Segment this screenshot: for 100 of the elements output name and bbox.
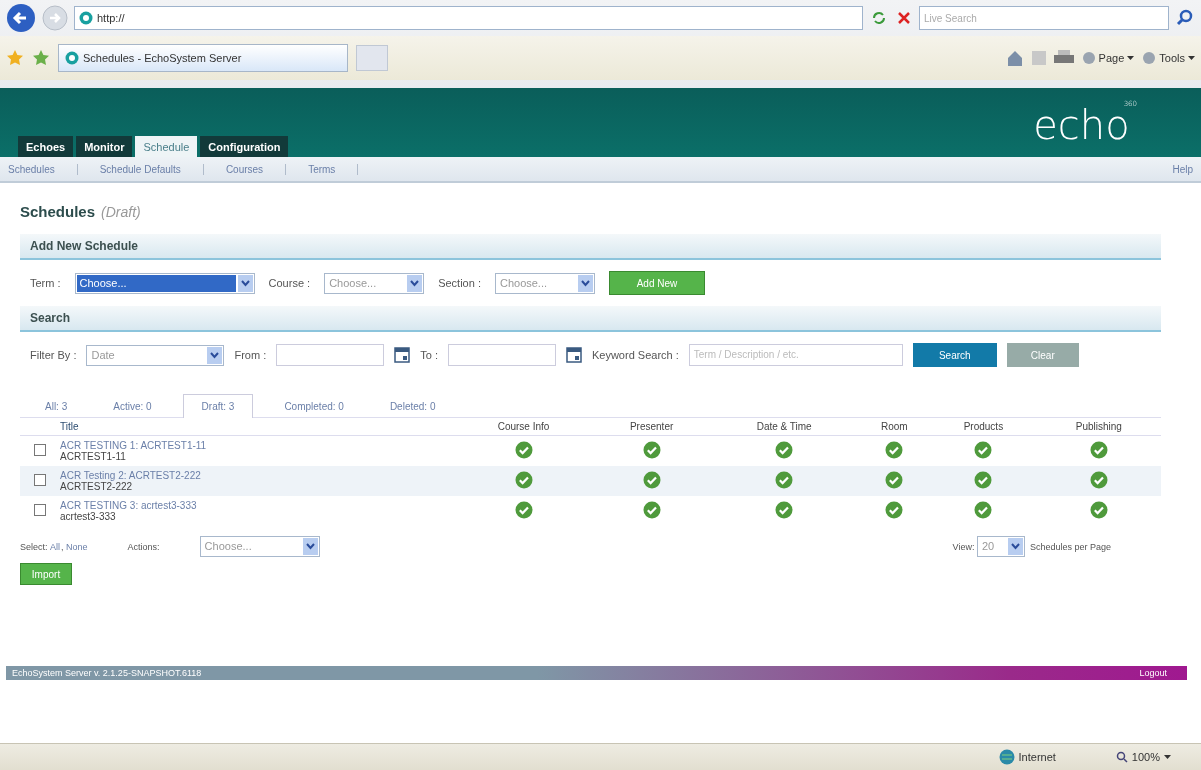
calendar-icon[interactable] <box>394 347 411 363</box>
subnav-link[interactable]: Schedule Defaults <box>99 163 204 175</box>
field-label: Section : <box>438 277 481 289</box>
checkmark-icon <box>514 471 533 489</box>
checkmark-icon <box>775 501 794 519</box>
dropdown[interactable]: Choose... <box>324 272 425 294</box>
checkmark-icon <box>1089 501 1108 519</box>
dropdown[interactable]: Date <box>86 344 225 366</box>
search-icon[interactable] <box>1175 8 1195 28</box>
per-page-label: Schedules per Page <box>1029 541 1111 552</box>
checkmark-icon <box>775 471 794 489</box>
column-header: Presenter <box>593 418 711 436</box>
nav-tab[interactable]: Monitor <box>76 136 133 157</box>
section-heading: Search <box>20 306 1161 332</box>
add-new-button[interactable]: Add New <box>608 271 705 295</box>
magnifier-icon <box>1115 751 1128 763</box>
course-code: ACRTEST2-222 <box>60 481 134 492</box>
view-label: View: <box>952 541 975 552</box>
field-label: Filter By : <box>30 349 77 361</box>
checkmark-icon <box>974 441 993 459</box>
schedule-link[interactable]: ACR TESTING 1: ACRTEST1-11 <box>60 440 454 451</box>
page-title: Schedules <box>20 203 96 220</box>
clear-button[interactable]: Clear <box>1006 343 1079 367</box>
column-header: Products <box>930 418 1037 436</box>
schedule-link[interactable]: ACR Testing 2: ACRTEST2-222 <box>60 470 454 481</box>
separator: , <box>61 541 64 552</box>
column-header: Course Info <box>453 418 594 436</box>
page-subtitle: (Draft) <box>101 204 141 220</box>
checkmark-icon <box>514 441 533 459</box>
course-code: acrtest3-333 <box>60 511 117 522</box>
nav-tab[interactable]: Schedule <box>135 136 198 157</box>
column-header: Publishing <box>1036 418 1161 436</box>
filter-tab[interactable]: Deleted: 0 <box>374 395 451 417</box>
checkmark-icon <box>974 501 993 519</box>
actions-label: Actions: <box>127 541 160 552</box>
checkmark-icon <box>974 471 993 489</box>
address-bar[interactable]: http:// <box>74 6 863 30</box>
nav-tab[interactable]: Configuration <box>200 136 289 157</box>
section-heading: Add New Schedule <box>20 234 1161 260</box>
dropdown[interactable]: Choose... <box>199 536 320 557</box>
page-icon <box>79 11 93 25</box>
zone-indicator: Internet <box>998 749 1056 765</box>
star-icon[interactable] <box>6 49 24 67</box>
field-label: To : <box>420 349 438 361</box>
column-header: Date & Time <box>710 418 859 436</box>
import-button[interactable]: Import <box>20 563 72 585</box>
select-label: Select: <box>20 541 48 552</box>
checkmark-icon <box>1089 441 1108 459</box>
caret-icon <box>1164 755 1171 759</box>
globe-icon <box>998 749 1015 765</box>
checkmark-icon <box>1089 471 1108 489</box>
caret-icon <box>1127 56 1135 60</box>
column-header: Room <box>858 418 931 436</box>
page-menu[interactable]: Page <box>1081 51 1135 65</box>
echo-logo: echo$^{360}$ <box>1033 102 1138 148</box>
checkbox[interactable] <box>34 474 46 486</box>
checkmark-icon <box>642 501 661 519</box>
checkbox[interactable] <box>34 444 46 456</box>
help-link[interactable]: Help <box>1172 163 1193 175</box>
dropdown[interactable]: Choose... <box>494 272 595 294</box>
filter-tab[interactable]: Completed: 0 <box>269 395 359 417</box>
filter-tab[interactable]: Draft: 3 <box>182 394 254 418</box>
subnav-link[interactable]: Courses <box>225 163 287 175</box>
calendar-icon[interactable] <box>565 347 582 363</box>
filter-tab[interactable]: All: 3 <box>30 395 83 417</box>
subnav-link[interactable]: Schedules <box>8 163 78 175</box>
nav-tab[interactable]: Echoes <box>18 136 74 157</box>
column-header: Title <box>60 418 454 436</box>
select-all-link[interactable]: All <box>50 541 61 552</box>
checkmark-icon <box>642 441 661 459</box>
printer-icon[interactable] <box>1053 50 1074 66</box>
course-code: ACRTEST1-11 <box>60 451 127 462</box>
checkbox[interactable] <box>34 504 46 516</box>
checkmark-icon <box>775 441 794 459</box>
home-icon[interactable] <box>1005 49 1024 67</box>
back-button[interactable] <box>6 3 36 33</box>
checkmark-icon <box>642 471 661 489</box>
filter-tab[interactable]: Active: 0 <box>98 395 167 417</box>
date-field[interactable] <box>447 344 556 366</box>
search-field[interactable]: Live Search <box>919 6 1169 30</box>
field-label: Course : <box>268 277 311 289</box>
field-label: Term : <box>30 277 61 289</box>
select-none-link[interactable]: None <box>66 541 88 552</box>
dropdown[interactable]: Choose... <box>74 272 255 294</box>
version-text: EchoSystem Server v. 2.1.25-SNAPSHOT.6118 <box>12 668 202 678</box>
page-icon <box>65 51 79 65</box>
search-button[interactable]: Search <box>912 343 997 367</box>
subnav-link[interactable]: Terms <box>308 163 359 175</box>
add-favorite-icon[interactable] <box>32 49 50 67</box>
zoom-control[interactable]: 100% <box>1115 751 1171 763</box>
logout-link[interactable]: Logout <box>1139 668 1167 678</box>
browser-tab[interactable]: Schedules - EchoSystem Server <box>58 44 348 72</box>
caret-icon <box>1188 56 1195 60</box>
date-field[interactable] <box>276 344 385 366</box>
tools-menu[interactable]: Tools <box>1142 51 1195 65</box>
checkmark-icon <box>885 501 904 519</box>
dropdown[interactable]: 20 <box>976 536 1025 557</box>
schedule-link[interactable]: ACR TESTING 3: acrtest3-333 <box>60 500 454 511</box>
checkmark-icon <box>885 471 904 489</box>
field-label: From : <box>234 349 267 361</box>
